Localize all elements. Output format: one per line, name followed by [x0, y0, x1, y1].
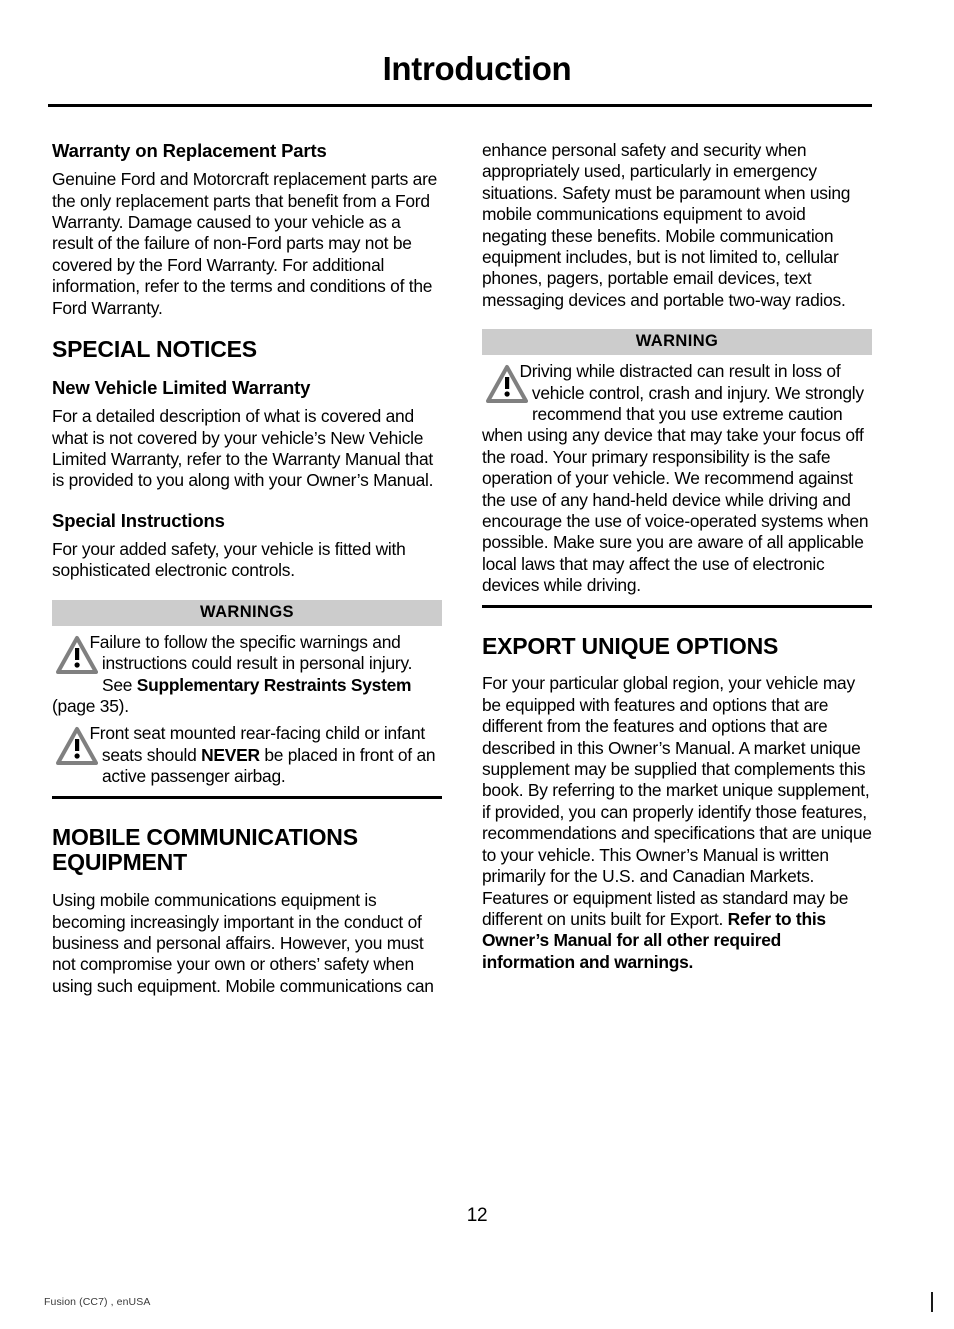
document-page: Introduction Warranty on Replacement Par…: [0, 0, 954, 1329]
left-column: Warranty on Replacement Parts Genuine Fo…: [52, 140, 442, 997]
warnings-box-left: WARNINGS Failure to follow the specific …: [52, 599, 442, 799]
special-notices-heading: SPECIAL NOTICES: [52, 336, 257, 363]
page-header: Introduction: [0, 50, 954, 87]
warning-text-after: (page 35).: [52, 696, 129, 717]
warnings-box-header: WARNINGS: [52, 599, 442, 626]
export-body-plain: For your particular global region, your …: [482, 673, 872, 929]
mobile-communications-equipment-heading: MOBILE COMMUNICATIONS EQUIPMENT: [52, 823, 358, 876]
corner-crop-mark: [931, 1292, 933, 1312]
warning-item: Front seat mounted rear-facing child or …: [52, 723, 442, 787]
page-title: Introduction: [382, 50, 572, 87]
warning-text-bold: Supplementary Restraints System: [136, 674, 412, 695]
warranty-on-replacement-parts-body: Genuine Ford and Motorcraft replacement …: [52, 169, 438, 318]
mobile-communications-equipment-body: Using mobile communications equipment is…: [52, 890, 434, 996]
warning-text-before: Driving while distracted can result in l…: [482, 361, 869, 596]
page-number: 12: [466, 1205, 488, 1226]
export-unique-options-heading: EXPORT UNIQUE OPTIONS: [482, 632, 779, 659]
warning-item: Driving while distracted can result in l…: [482, 361, 872, 596]
special-instructions-body: For your added safety, your vehicle is f…: [52, 539, 406, 581]
special-instructions-heading: Special Instructions: [52, 509, 225, 531]
mobile-communications-continued-body: enhance personal safety and security whe…: [482, 140, 851, 310]
right-column: enhance personal safety and security whe…: [482, 140, 872, 973]
export-unique-options-body: For your particular global region, your …: [482, 673, 872, 973]
warning-box-right: WARNING Driving while distracted can res…: [482, 329, 872, 608]
content-columns: Warranty on Replacement Parts Genuine Fo…: [52, 140, 872, 997]
header-divider: [48, 104, 872, 107]
new-vehicle-limited-warranty-body: For a detailed description of what is co…: [52, 406, 434, 491]
warranty-on-replacement-parts-heading: Warranty on Replacement Parts: [52, 140, 327, 161]
new-vehicle-limited-warranty-heading: New Vehicle Limited Warranty: [52, 376, 311, 398]
warning-box-header: WARNING: [482, 329, 872, 356]
warning-text-bold: NEVER: [201, 744, 260, 765]
footer-note: Fusion (CC7) , enUSA: [44, 1296, 151, 1308]
warning-item: Failure to follow the specific warnings …: [52, 632, 442, 718]
